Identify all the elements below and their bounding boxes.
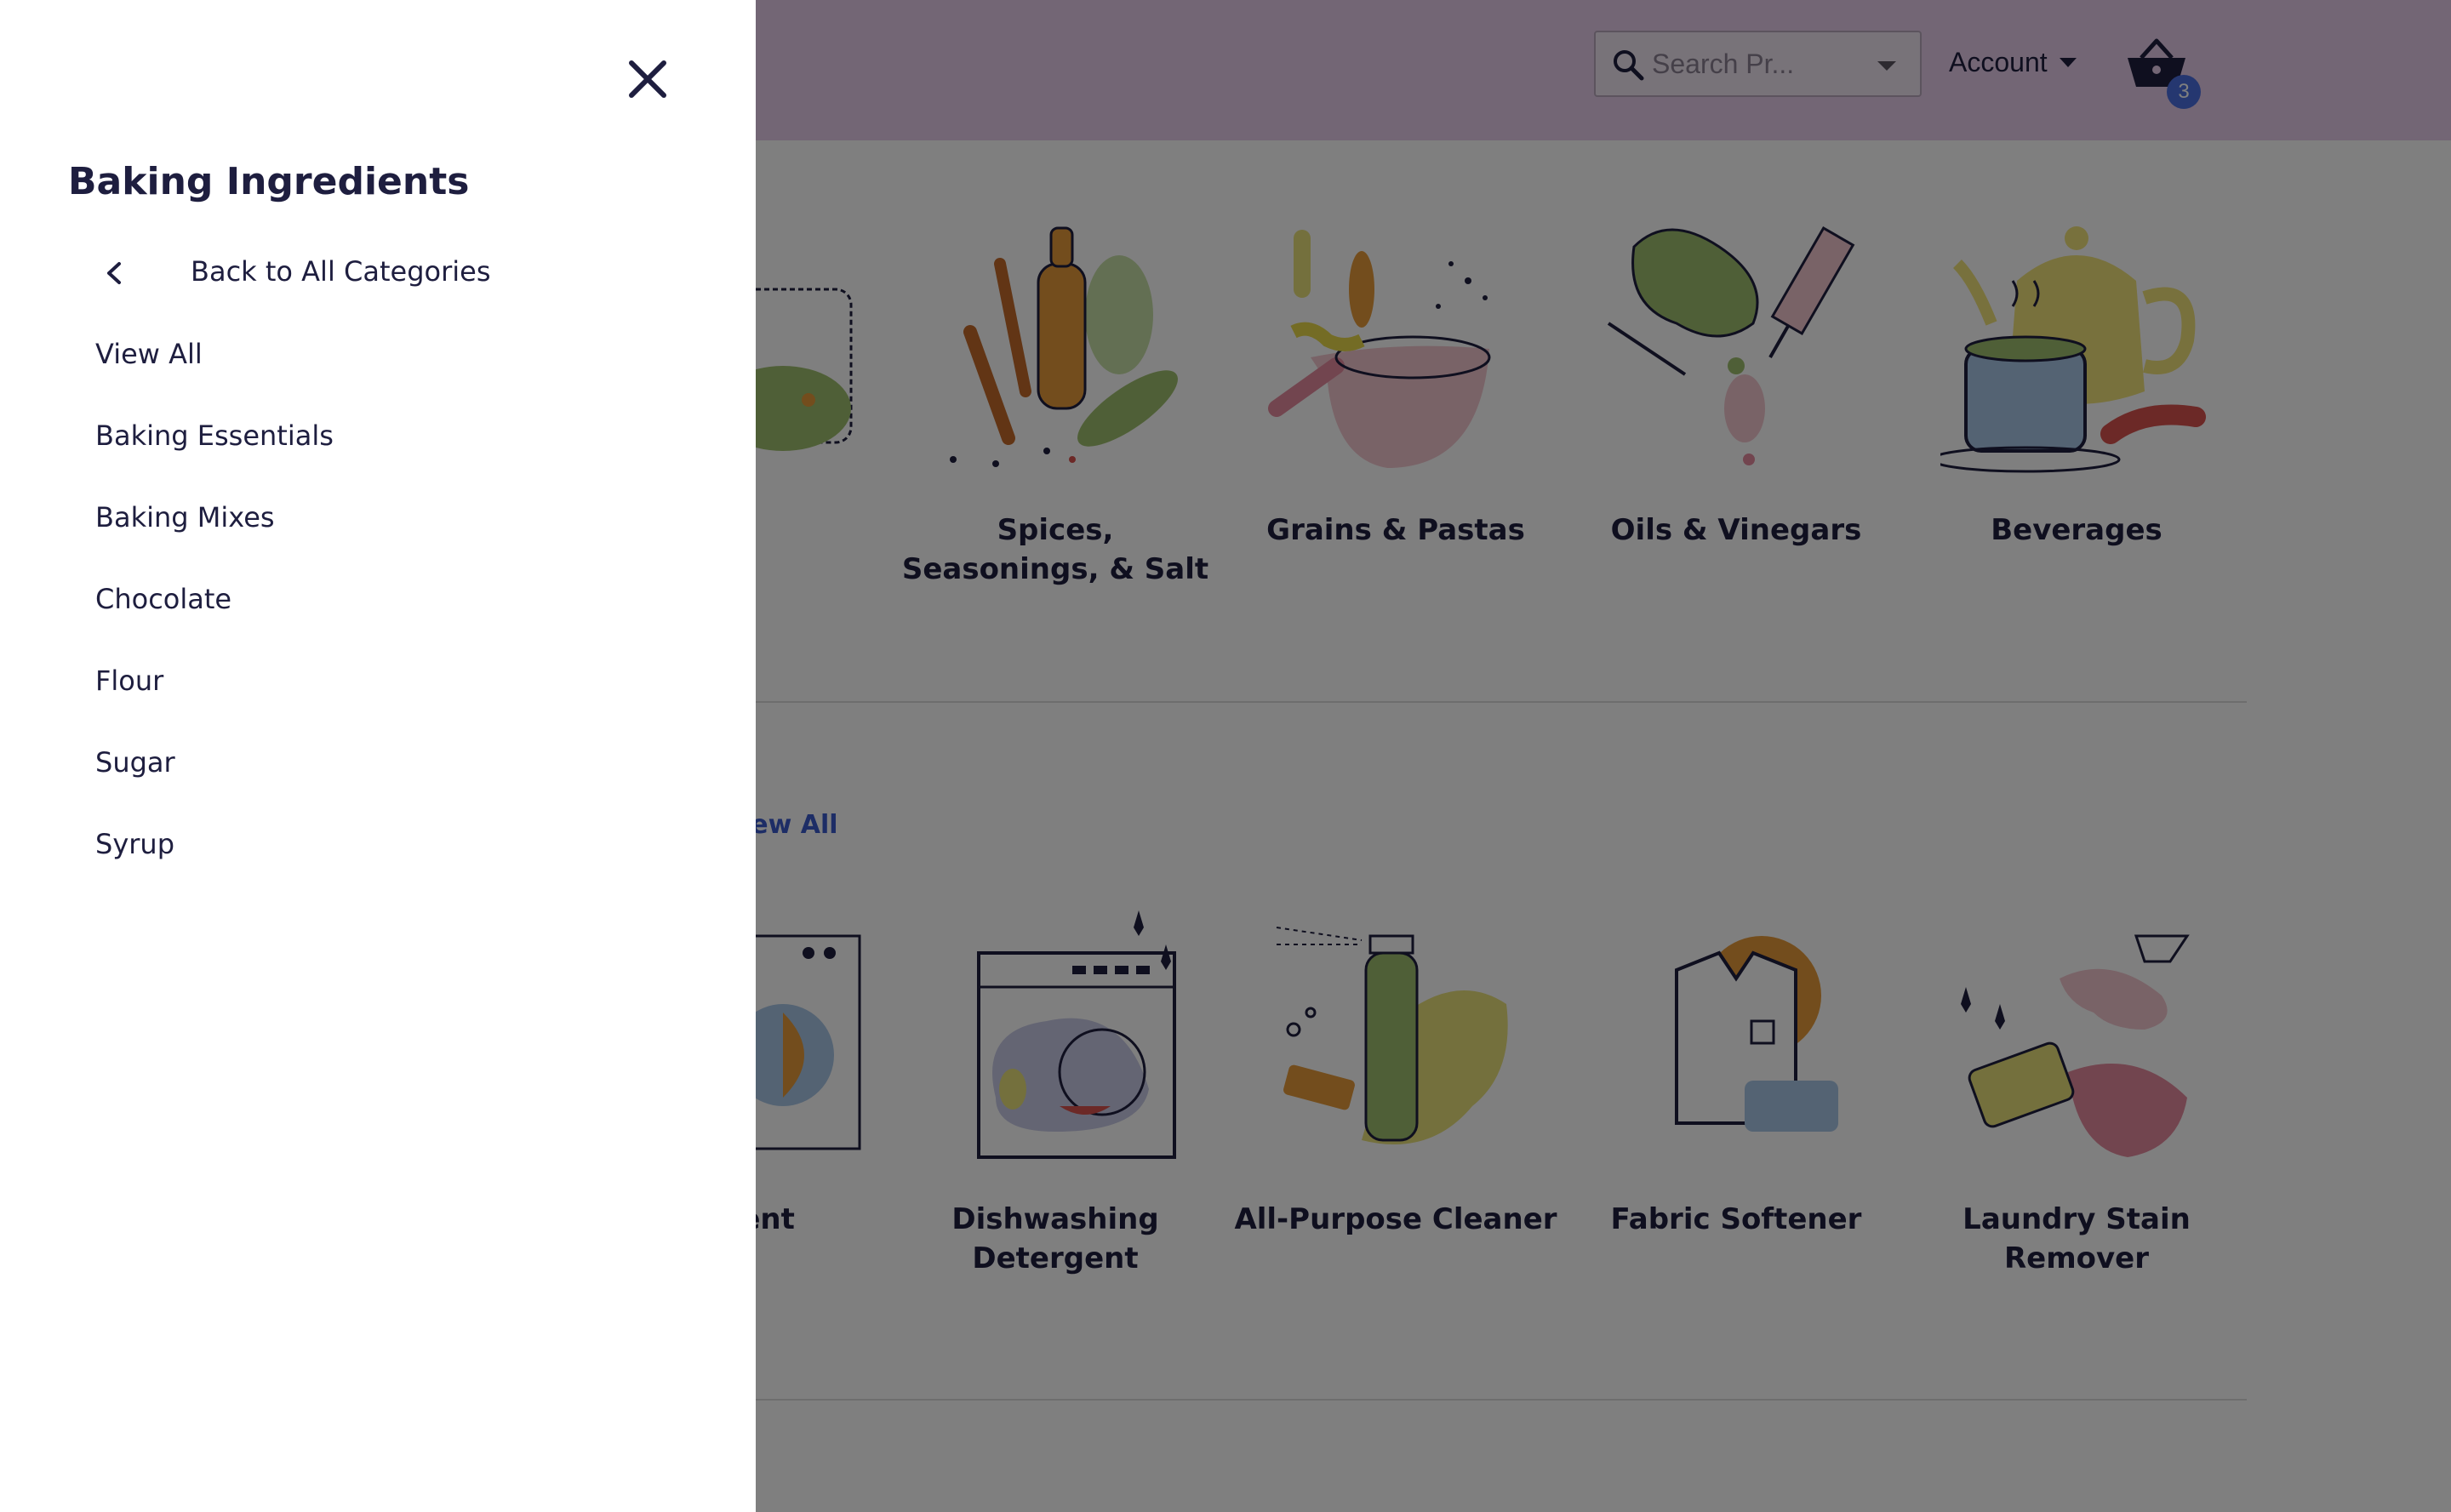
subcategory-item-view-all[interactable]: View All: [95, 334, 334, 415]
close-icon[interactable]: [621, 53, 674, 106]
subcategory-item-syrup[interactable]: Syrup: [95, 824, 334, 905]
subcategory-item-flour[interactable]: Flour: [95, 660, 334, 742]
subcategory-item-baking-essentials[interactable]: Baking Essentials: [95, 415, 334, 497]
subcategory-item-sugar[interactable]: Sugar: [95, 742, 334, 824]
drawer-title: Baking Ingredients: [68, 160, 470, 203]
back-label[interactable]: Back to All Categories: [191, 255, 490, 288]
back-to-categories-button[interactable]: Back to All Categories: [95, 252, 490, 294]
subcategory-item-baking-mixes[interactable]: Baking Mixes: [95, 497, 334, 579]
subcategory-list: View All Baking Essentials Baking Mixes …: [95, 334, 334, 905]
category-drawer: Baking Ingredients Back to All Categorie…: [0, 0, 756, 1512]
chevron-left-icon[interactable]: [95, 254, 134, 293]
subcategory-item-chocolate[interactable]: Chocolate: [95, 579, 334, 660]
